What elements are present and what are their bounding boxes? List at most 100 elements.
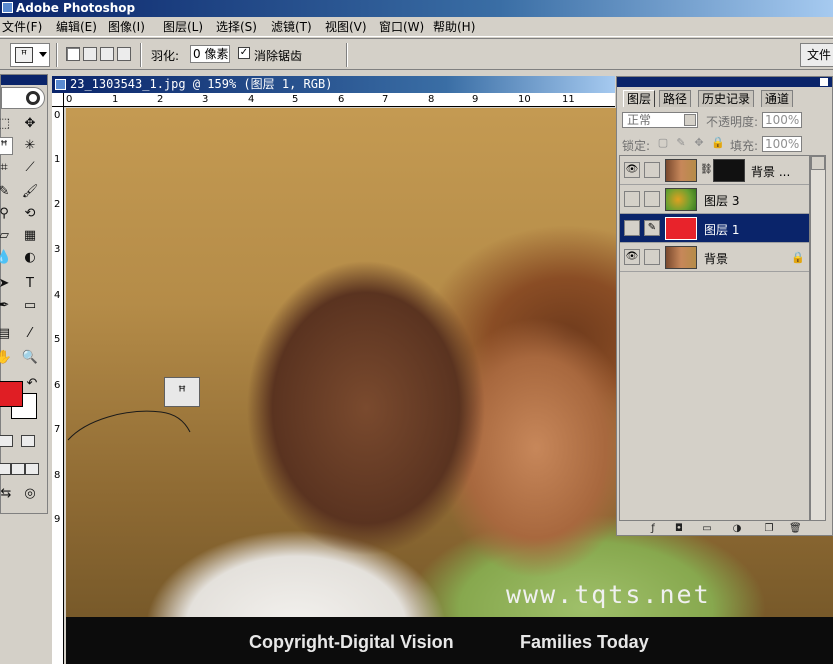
menu-view[interactable]: 视图(V) xyxy=(323,18,369,36)
path-select-icon[interactable]: ➤ xyxy=(0,275,13,293)
swap-colors-icon[interactable]: ↶ xyxy=(23,375,41,393)
crop-tool-icon[interactable]: ⌗ xyxy=(0,159,13,177)
screen-mode-full-menu[interactable] xyxy=(11,463,25,475)
menu-help[interactable]: 帮助(H) xyxy=(431,18,477,36)
layer-style-icon[interactable]: ƒ xyxy=(647,523,659,534)
screen-mode-full[interactable] xyxy=(25,463,39,475)
brush-tool-icon[interactable]: 🖌 xyxy=(21,183,39,201)
scroll-up-button[interactable] xyxy=(811,156,825,170)
add-mask-icon[interactable]: ◘ xyxy=(673,523,685,534)
feather-input[interactable]: 0 像素 xyxy=(190,45,230,63)
link-toggle[interactable] xyxy=(644,249,660,265)
layer-name: 背景 xyxy=(704,252,729,266)
new-layer-icon[interactable]: ❐ xyxy=(763,523,775,534)
eyedropper-icon[interactable]: ⁄ xyxy=(21,325,39,343)
foreground-color-swatch[interactable] xyxy=(0,381,23,407)
type-tool-icon[interactable]: T xyxy=(21,275,39,293)
vertical-ruler[interactable]: 0 1 2 3 4 5 6 7 8 9 xyxy=(52,107,64,664)
screen-mode-standard[interactable] xyxy=(0,463,11,475)
tab-paths[interactable]: 路径 xyxy=(659,90,692,107)
separator xyxy=(346,43,348,67)
quickmask-mode-button[interactable] xyxy=(21,435,35,447)
brush-icon[interactable]: ✎ xyxy=(644,220,660,236)
move-tool-icon[interactable]: ✥ xyxy=(21,115,39,133)
intersect-selection-button[interactable] xyxy=(117,47,131,61)
link-toggle[interactable] xyxy=(644,191,660,207)
blend-mode-select[interactable]: 正常 xyxy=(622,112,698,128)
lock-all-icon[interactable]: 🔒 xyxy=(711,137,725,149)
horizontal-ruler[interactable]: 0 1 2 3 4 5 6 7 8 9 10 11 xyxy=(64,93,615,107)
notes-tool-icon[interactable]: ▤ xyxy=(0,325,13,343)
separator xyxy=(56,43,58,67)
lock-label: 锁定: xyxy=(622,139,651,153)
close-icon[interactable] xyxy=(820,78,828,86)
layer-mask-thumbnail xyxy=(713,159,745,182)
fill-input[interactable]: 100% xyxy=(762,136,802,152)
new-set-icon[interactable]: ▭ xyxy=(701,523,713,534)
chain-link-icon: ⛓ xyxy=(700,164,713,175)
magic-wand-icon[interactable]: ✳ xyxy=(21,137,39,155)
zoom-tool-icon[interactable]: 🔍 xyxy=(21,349,39,367)
ruler-tick: 7 xyxy=(54,424,61,435)
menu-layer[interactable]: 图层(L) xyxy=(161,18,205,36)
layer-row[interactable]: ✎ 图层 1 xyxy=(620,214,809,243)
lasso-tool-icon[interactable]: ꟸ xyxy=(0,137,13,155)
history-brush-icon[interactable]: ⟲ xyxy=(21,205,39,223)
menu-file[interactable]: 文件(F) xyxy=(0,18,44,36)
tab-history[interactable]: 历史记录 xyxy=(698,90,755,107)
document-title: 23_1303543_1.jpg @ 159% (图层 1, RGB) xyxy=(70,77,333,91)
standard-mode-button[interactable] xyxy=(0,435,13,447)
gradient-tool-icon[interactable]: ▦ xyxy=(21,227,39,245)
hand-tool-icon[interactable]: ✋ xyxy=(0,349,13,367)
antialias-checkbox[interactable]: ✓ xyxy=(238,47,250,59)
new-selection-button[interactable] xyxy=(66,47,80,61)
ruler-origin[interactable] xyxy=(52,93,64,107)
imageready-icon[interactable]: ◎ xyxy=(21,485,39,503)
layers-scrollbar[interactable] xyxy=(810,155,826,521)
link-toggle[interactable] xyxy=(644,162,660,178)
palette-header[interactable] xyxy=(617,77,832,87)
layer-row[interactable]: 👁 ⛓ 背景 ... xyxy=(620,156,809,185)
collection-text: Families Today xyxy=(520,632,649,652)
jump-to-imageready-icon[interactable]: ⇆ xyxy=(0,485,15,503)
eye-icon[interactable]: 👁 xyxy=(624,249,640,265)
clone-stamp-icon[interactable]: ⚲ xyxy=(0,205,13,223)
document-title-bar[interactable]: 23_1303543_1.jpg @ 159% (图层 1, RGB) xyxy=(52,76,615,93)
ruler-tick: 3 xyxy=(54,244,61,255)
menu-edit[interactable]: 编辑(E) xyxy=(54,18,99,36)
menu-window[interactable]: 窗口(W) xyxy=(377,18,426,36)
adobe-online-button[interactable] xyxy=(1,87,45,109)
menu-filter[interactable]: 滤镜(T) xyxy=(269,18,314,36)
eye-icon[interactable] xyxy=(624,191,640,207)
lock-position-icon[interactable]: ✥ xyxy=(693,137,705,149)
menu-image[interactable]: 图像(I) xyxy=(106,18,147,36)
tab-layers[interactable]: 图层 xyxy=(623,90,656,107)
file-browser-button[interactable]: 文件 xyxy=(800,43,833,67)
adjustment-layer-icon[interactable]: ◑ xyxy=(731,523,743,534)
dodge-tool-icon[interactable]: ◐ xyxy=(21,249,39,267)
menu-select[interactable]: 选择(S) xyxy=(214,18,259,36)
delete-layer-icon[interactable]: 🗑 xyxy=(789,523,802,534)
layer-row[interactable]: 图层 3 xyxy=(620,185,809,214)
tab-channels[interactable]: 通道 xyxy=(761,90,794,107)
blur-tool-icon[interactable]: 💧 xyxy=(0,249,13,267)
toolbox-header[interactable] xyxy=(1,75,47,85)
lock-pixels-icon[interactable]: ✎ xyxy=(675,137,687,149)
slice-tool-icon[interactable]: ⟋ xyxy=(21,159,39,177)
pen-tool-icon[interactable]: ✒ xyxy=(0,297,13,315)
layer-name: 背景 ... xyxy=(751,165,791,179)
subtract-selection-button[interactable] xyxy=(100,47,114,61)
eye-icon[interactable]: 👁 xyxy=(624,162,640,178)
tool-preset-picker[interactable]: ꟸ xyxy=(10,43,50,67)
eraser-tool-icon[interactable]: ▱ xyxy=(0,227,13,245)
layer-row[interactable]: 👁 背景 🔒 xyxy=(620,243,809,272)
lock-transparency-icon[interactable]: ▢ xyxy=(657,137,669,149)
ruler-tick: 1 xyxy=(54,154,61,165)
add-selection-button[interactable] xyxy=(83,47,97,61)
shape-tool-icon[interactable]: ▭ xyxy=(21,297,39,315)
healing-brush-icon[interactable]: ✎ xyxy=(0,183,13,201)
chevron-down-icon xyxy=(39,52,47,57)
eye-icon[interactable] xyxy=(624,220,640,236)
opacity-input[interactable]: 100% xyxy=(762,112,802,128)
marquee-tool-icon[interactable]: ⬚ xyxy=(0,115,13,133)
